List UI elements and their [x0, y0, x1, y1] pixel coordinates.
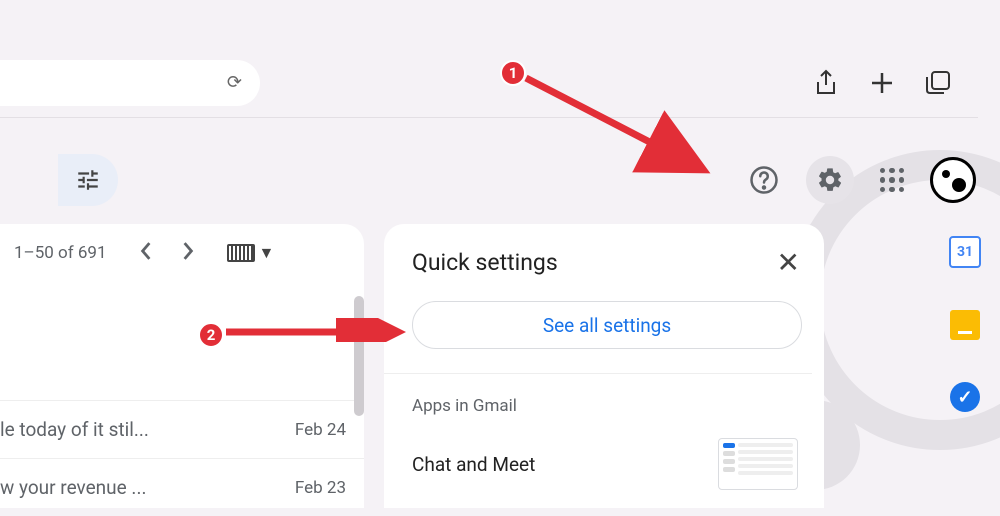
refresh-icon[interactable]: ⟳ [227, 72, 242, 93]
search-options-button[interactable] [58, 154, 118, 206]
annotation-badge-2: 2 [198, 322, 224, 348]
email-subject: le today of it stil... [0, 418, 295, 441]
chat-and-meet-label: Chat and Meet [412, 453, 535, 476]
share-icon[interactable] [812, 69, 840, 97]
calendar-app-icon[interactable]: 31 [949, 236, 981, 268]
quick-settings-panel: Quick settings ✕ See all settings Apps i… [384, 224, 824, 508]
pager-range: 1–50 of 691 [14, 243, 107, 263]
scrollbar[interactable] [354, 296, 364, 416]
url-bar[interactable]: ⟳ [0, 60, 260, 106]
keyboard-icon [227, 244, 255, 262]
prev-page-button[interactable] [139, 242, 153, 264]
side-panel: 31 ✓ [930, 224, 1000, 508]
settings-gear-button[interactable] [806, 156, 854, 204]
new-tab-icon[interactable] [868, 69, 896, 97]
keep-app-icon[interactable] [950, 310, 980, 340]
browser-chrome: ⟳ [0, 48, 978, 118]
email-date: Feb 24 [295, 420, 346, 440]
email-subject: w your revenue ... [0, 476, 295, 499]
quick-settings-title: Quick settings [412, 249, 558, 276]
email-date: Feb 23 [295, 478, 346, 498]
inbox-panel: 1–50 of 691 ▼ le today of it stil... Feb… [0, 224, 364, 508]
gmail-toolbar [0, 150, 976, 210]
input-tools-button[interactable]: ▼ [227, 243, 275, 263]
annotation-arrow-2 [222, 318, 407, 342]
annotation-badge-1: 1 [500, 60, 526, 86]
email-row[interactable]: w your revenue ... Feb 23 [0, 458, 364, 516]
chat-and-meet-option[interactable]: Chat and Meet [412, 438, 812, 490]
close-icon[interactable]: ✕ [777, 246, 800, 279]
apps-in-gmail-label: Apps in Gmail [412, 396, 812, 416]
see-all-settings-button[interactable]: See all settings [412, 301, 802, 349]
layout-thumbnail [718, 438, 798, 490]
tasks-app-icon[interactable]: ✓ [950, 382, 980, 412]
email-row[interactable]: le today of it stil... Feb 24 [0, 400, 364, 458]
support-button[interactable] [740, 156, 788, 204]
next-page-button[interactable] [181, 242, 195, 264]
account-avatar[interactable] [930, 157, 976, 203]
annotation-arrow-1 [520, 72, 715, 182]
google-apps-button[interactable] [872, 160, 912, 200]
tabs-overview-icon[interactable] [924, 69, 952, 97]
dropdown-caret-icon: ▼ [259, 243, 275, 263]
